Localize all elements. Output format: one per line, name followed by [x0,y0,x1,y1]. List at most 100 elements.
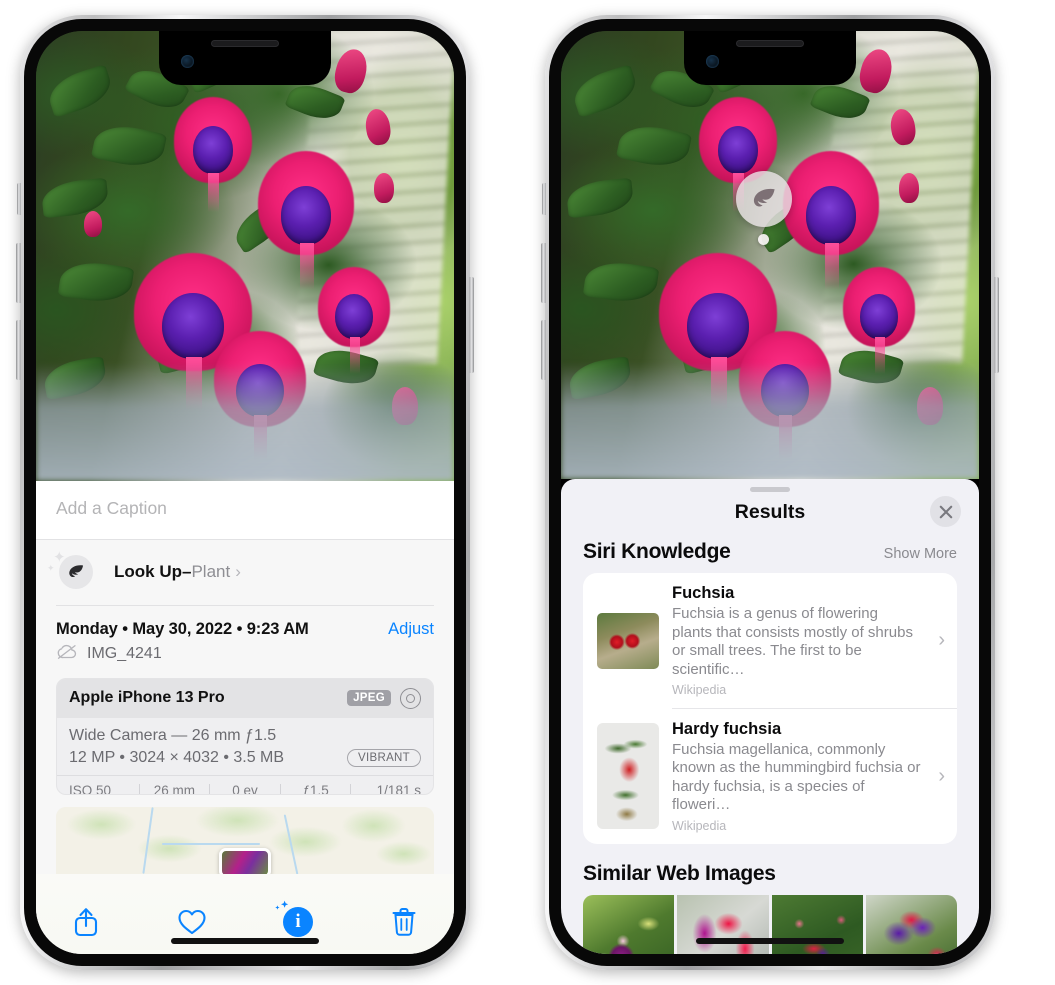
exif-iso: ISO 50 [69,782,112,796]
adjust-button[interactable]: Adjust [388,620,434,639]
home-indicator-left[interactable] [171,938,319,944]
exif-focal: 26 mm [153,782,196,796]
file-row: IMG_4241 [56,639,434,678]
look-up-row[interactable]: ✦ ✦ Look Up–Plant › [36,540,454,605]
visual-look-up-badge[interactable] [736,171,792,227]
photo-foreground-blur [561,362,979,479]
knowledge-source: Wikipedia [672,818,727,833]
photo-viewer-left[interactable] [36,31,454,481]
camera-card-body: Wide Camera — 26 mm ƒ1.5 12 MP • 3024 × … [57,718,433,775]
camera-exif-row: ISO 50 26 mm 0 ev ƒ1.5 1/181 s [57,774,433,796]
side-power-button-right[interactable] [994,277,999,373]
siri-knowledge-title: Siri Knowledge [583,540,731,563]
look-up-category: Plant [191,562,231,581]
camera-header-badges: JPEG [347,687,421,709]
map-photo-pin[interactable] [219,848,271,875]
aperture-icon [400,687,421,709]
similar-web-images-header: Similar Web Images [561,844,979,895]
camera-specs: 12 MP • 3024 × 4032 • 3.5 MB [69,748,285,766]
knowledge-description: Fuchsia magellanica, commonly known as t… [672,740,921,814]
knowledge-source: Wikipedia [672,683,727,697]
exif-shutter: 1/181 s [376,782,421,796]
camera-card-header: Apple iPhone 13 Pro JPEG [57,678,433,718]
chevron-right-icon: › [938,764,945,787]
side-power-button-left[interactable] [469,277,474,373]
web-image-thumbnail[interactable] [677,894,769,954]
photo-foreground-blur [36,364,454,481]
exif-aperture: ƒ1.5 [302,782,329,796]
format-badge: JPEG [347,690,391,706]
iphone-left: Add a Caption ✦ ✦ Look Up–Plant › Monday… [16,15,474,970]
knowledge-thumbnail [597,612,659,669]
date-row: Monday • May 30, 2022 • 9:23 AM Adjust [56,606,434,639]
chevron-right-icon: › [235,562,241,581]
style-badge: VIBRANT [347,748,421,767]
close-icon [939,505,952,518]
leaf-icon [59,555,93,589]
camera-lens-line: Wide Camera — 26 mm ƒ1.5 [69,726,277,744]
photo-metadata: Monday • May 30, 2022 • 9:23 AM Adjust I… [36,605,454,678]
sheet-title: Results [734,501,806,523]
screen-left: Add a Caption ✦ ✦ Look Up–Plant › Monday… [36,31,454,954]
photo-bud [899,173,919,203]
photo-flower [843,267,915,375]
web-image-thumbnail[interactable] [583,894,675,954]
front-camera-icon [181,55,194,68]
knowledge-title: Fuchsia [672,584,735,602]
look-up-icon-wrap: ✦ ✦ [47,550,96,592]
notch-left [159,31,331,85]
photo-viewer-right[interactable] [561,31,979,479]
camera-info-card[interactable]: Apple iPhone 13 Pro JPEG Wide Camera — 2… [56,677,434,796]
volume-up-button-right[interactable] [541,243,546,303]
web-image-thumbnail[interactable] [865,894,957,954]
volume-down-button-right[interactable] [541,320,546,380]
notch-right [684,31,856,85]
mute-switch-left[interactable] [17,183,21,215]
screenshot-canvas: Add a Caption ✦ ✦ Look Up–Plant › Monday… [0,0,1055,985]
knowledge-title: Hardy fuchsia [672,719,782,738]
show-more-button[interactable]: Show More [884,546,957,562]
volume-up-button-left[interactable] [16,243,21,303]
photo-flower [174,97,252,213]
caption-input[interactable]: Add a Caption [36,481,454,540]
volume-down-button-left[interactable] [16,320,21,380]
mute-switch-right[interactable] [542,183,546,215]
sparkles-icon [274,900,290,916]
screen-right: Results Siri Knowledge Show More Fuchsia… [561,31,979,954]
share-icon [74,908,98,937]
iphone-right: Results Siri Knowledge Show More Fuchsia… [541,15,999,970]
home-indicator-right[interactable] [696,938,844,944]
heart-icon [178,910,206,935]
icloud-off-icon [56,644,78,665]
knowledge-thumbnail [597,723,659,829]
delete-button[interactable] [382,900,426,944]
knowledge-row[interactable]: Hardy fuchsia Fuchsia magellanica, commo… [583,709,957,844]
leaf-icon [753,188,775,207]
web-image-thumbnail[interactable] [771,894,863,954]
similar-web-images-title: Similar Web Images [583,861,776,885]
chevron-right-icon: › [938,629,945,651]
earpiece-speaker [211,40,279,47]
knowledge-row[interactable]: Fuchsia Fuchsia is a genus of flowering … [583,573,957,708]
knowledge-body: Hardy fuchsia Fuchsia magellanica, commo… [672,720,921,833]
camera-specs-row: 12 MP • 3024 × 4032 • 3.5 MB VIBRANT [69,748,421,767]
results-sheet: Results Siri Knowledge Show More Fuchsia… [561,479,979,954]
close-button[interactable] [930,496,961,527]
photo-info-panel: Add a Caption ✦ ✦ Look Up–Plant › Monday… [36,481,454,954]
siri-knowledge-card: Fuchsia Fuchsia is a genus of flowering … [583,573,957,844]
photo-date: Monday • May 30, 2022 • 9:23 AM [56,619,309,638]
share-button[interactable] [64,900,108,944]
photo-bud [84,211,102,237]
exif-exposure: 0 ev [232,782,258,796]
look-up-label: Look Up–Plant › [114,562,241,582]
siri-knowledge-header: Siri Knowledge Show More [561,538,979,573]
similar-web-images-strip[interactable] [561,894,979,954]
sparkle-icon-small: ✦ [47,563,55,573]
earpiece-speaker [736,40,804,47]
front-camera-icon [706,55,719,68]
camera-model: Apple iPhone 13 Pro [69,689,225,706]
knowledge-body: Fuchsia Fuchsia is a genus of flowering … [672,584,921,697]
location-map-card[interactable] [56,807,434,875]
photo-flower [318,267,390,375]
photo-bud [374,173,394,203]
